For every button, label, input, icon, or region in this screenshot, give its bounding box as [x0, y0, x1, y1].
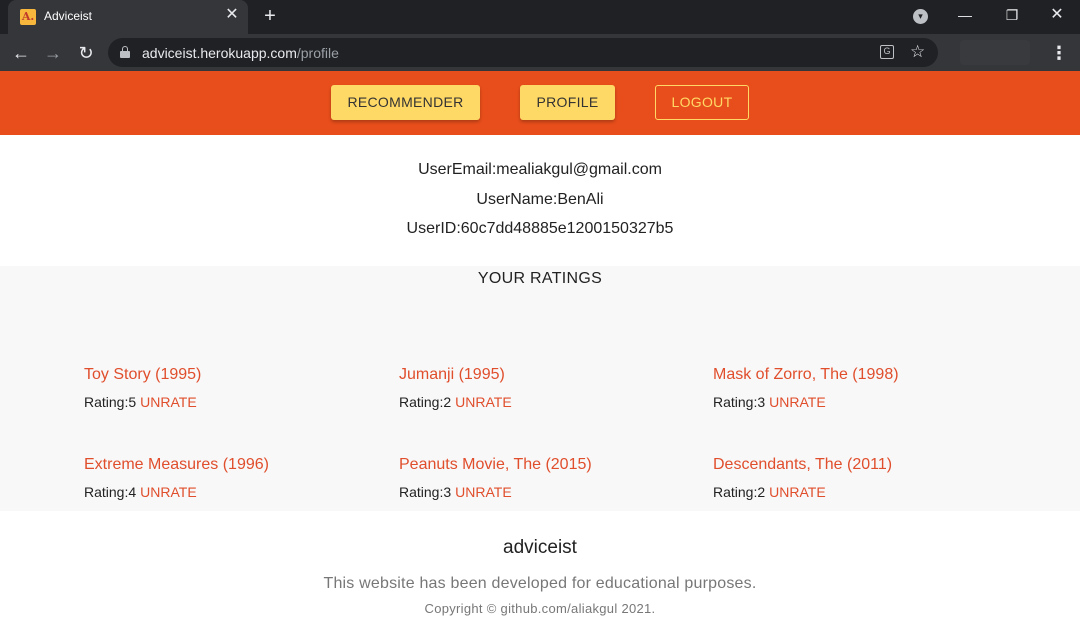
footer-copyright: Copyright © github.com/aliakgul 2021.	[424, 601, 656, 616]
lock-icon[interactable]	[120, 46, 130, 58]
unrate-button[interactable]: UNRATE	[455, 484, 512, 500]
rating-card: Peanuts Movie, The (2015) Rating:3 UNRATE	[399, 456, 699, 500]
rating-value: Rating:4	[84, 484, 137, 500]
rating-line: Rating:2 UNRATE	[399, 394, 699, 410]
unrate-button[interactable]: UNRATE	[140, 484, 197, 500]
rating-card: Jumanji (1995) Rating:2 UNRATE	[399, 366, 699, 410]
rating-value: Rating:3	[713, 394, 766, 410]
footer-note: This website has been developed for educ…	[323, 575, 757, 592]
rating-value: Rating:2	[713, 484, 766, 500]
rating-value: Rating:5	[84, 394, 137, 410]
rating-line: Rating:3 UNRATE	[399, 484, 699, 500]
rating-card: Extreme Measures (1996) Rating:4 UNRATE	[84, 456, 384, 500]
address-bar[interactable]: adviceist.herokuapp.com/profile G ☆	[108, 38, 938, 67]
unrate-button[interactable]: UNRATE	[769, 394, 826, 410]
movie-title-link[interactable]: Extreme Measures (1996)	[84, 456, 384, 474]
user-id: UserID:60c7dd48885e1200150327b5	[406, 220, 674, 237]
star-icon[interactable]: ☆	[910, 41, 925, 63]
rating-line: Rating:5 UNRATE	[84, 394, 384, 410]
ratings-heading: YOUR RATINGS	[477, 270, 603, 287]
new-tab-icon[interactable]: +	[260, 6, 280, 26]
unrate-button[interactable]: UNRATE	[455, 394, 512, 410]
tab-close-icon[interactable]: ✕	[224, 7, 240, 23]
movie-title-link[interactable]: Toy Story (1995)	[84, 366, 384, 384]
tab-title: Adviceist	[44, 9, 93, 23]
site-header: RECOMMENDER PROFILE LOGOUT	[0, 71, 1080, 135]
movie-title-link[interactable]: Peanuts Movie, The (2015)	[399, 456, 699, 474]
minimize-icon[interactable]: —	[953, 4, 977, 26]
browser-toolbar: ← → ↻ adviceist.herokuapp.com/profile G …	[0, 34, 1080, 71]
footer-brand: adviceist	[503, 537, 577, 558]
rating-card: Descendants, The (2011) Rating:2 UNRATE	[713, 456, 1013, 500]
browser-tab[interactable]: A. Adviceist ✕	[8, 0, 248, 34]
movie-title-link[interactable]: Jumanji (1995)	[399, 366, 699, 384]
rating-card: Toy Story (1995) Rating:5 UNRATE	[84, 366, 384, 410]
translate-icon[interactable]: G	[880, 45, 894, 59]
rating-line: Rating:4 UNRATE	[84, 484, 384, 500]
favicon-icon: A.	[20, 9, 36, 25]
url-text[interactable]: adviceist.herokuapp.com/profile	[142, 45, 339, 61]
movie-title-link[interactable]: Mask of Zorro, The (1998)	[713, 366, 1013, 384]
user-name: UserName:BenAli	[476, 191, 604, 208]
extensions-area	[960, 40, 1030, 65]
movie-title-link[interactable]: Descendants, The (2011)	[713, 456, 1013, 474]
rating-value: Rating:3	[399, 484, 452, 500]
rating-value: Rating:2	[399, 394, 452, 410]
ratings-section: YOUR RATINGS Toy Story (1995) Rating:5 UN…	[0, 266, 1080, 511]
browser-tab-strip: A. Adviceist ✕ + ▾ — ❐ ✕	[0, 0, 1080, 34]
user-email: UserEmail:mealiakgul@gmail.com	[418, 161, 662, 178]
url-host: adviceist.herokuapp.com	[142, 45, 297, 61]
recommender-button[interactable]: RECOMMENDER	[331, 85, 480, 120]
back-arrow-icon[interactable]: ←	[10, 42, 32, 64]
window-close-icon[interactable]: ✕	[1045, 4, 1069, 26]
unrate-button[interactable]: UNRATE	[769, 484, 826, 500]
rating-line: Rating:2 UNRATE	[713, 484, 1013, 500]
menu-icon[interactable]: ⋮	[1050, 42, 1068, 64]
profile-button[interactable]: PROFILE	[520, 85, 615, 120]
logout-button[interactable]: LOGOUT	[655, 85, 749, 120]
tab-search-icon[interactable]: ▾	[913, 9, 928, 24]
url-path: /profile	[296, 45, 339, 61]
restore-icon[interactable]: ❐	[1000, 4, 1024, 26]
rating-line: Rating:3 UNRATE	[713, 394, 1013, 410]
forward-arrow-icon[interactable]: →	[42, 42, 64, 64]
unrate-button[interactable]: UNRATE	[140, 394, 197, 410]
reload-icon[interactable]: ↻	[75, 42, 97, 64]
rating-card: Mask of Zorro, The (1998) Rating:3 UNRATE	[713, 366, 1013, 410]
